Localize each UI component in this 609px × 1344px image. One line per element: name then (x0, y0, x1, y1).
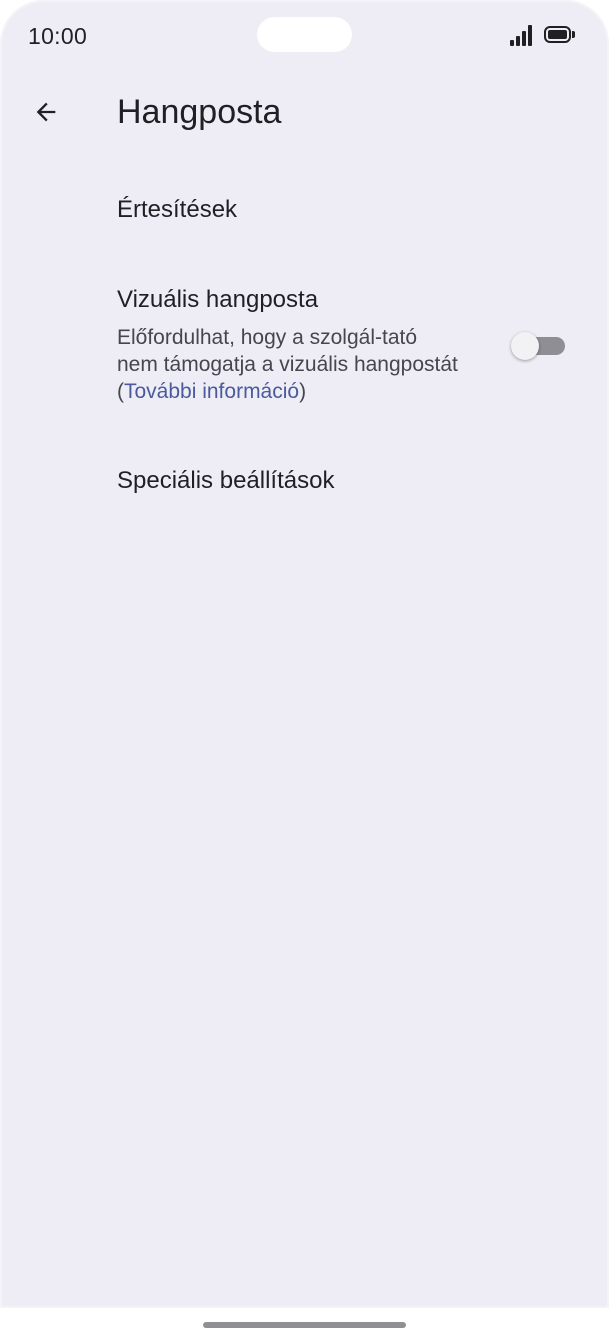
settings-screen: 10:00 Hangposta Értesítések Vizuális han… (0, 0, 609, 1308)
status-time: 10:00 (28, 23, 88, 49)
settings-item-title: Vizuális hangposta (117, 286, 319, 313)
arrow-back-icon (36, 102, 56, 122)
back-button[interactable] (24, 90, 68, 134)
settings-item-summary: Előfordulhat, hogy a szolgál-tató nem tá… (117, 324, 462, 405)
page-title: Hangposta (117, 93, 282, 131)
summary-text-end: ) (299, 380, 307, 403)
settings-item-advanced[interactable]: Speciális beállítások (0, 445, 609, 525)
home-indicator[interactable] (203, 1322, 406, 1328)
phone-device: 10:00 Hangposta Értesítések Vizuális han… (0, 0, 609, 1344)
visual-voicemail-toggle[interactable] (511, 332, 567, 360)
toggle-thumb (511, 332, 539, 360)
learn-more-link[interactable]: További információ (124, 380, 299, 403)
camera-pill (257, 17, 352, 52)
settings-item-title: Értesítések (117, 196, 238, 223)
settings-item-notifications[interactable]: Értesítések (0, 170, 609, 250)
signal-icon (510, 24, 538, 46)
settings-item-title: Speciális beállítások (117, 467, 335, 494)
battery-icon (544, 26, 576, 45)
